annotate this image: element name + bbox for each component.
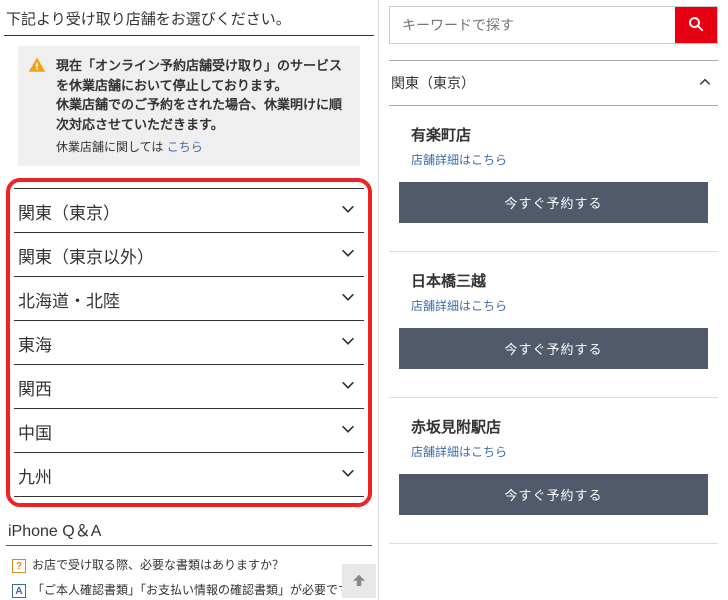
chevron-down-icon bbox=[340, 201, 356, 222]
scroll-to-top-button[interactable] bbox=[342, 564, 376, 598]
store-name: 有楽町店 bbox=[389, 106, 718, 151]
store-name: 赤坂見附駅店 bbox=[389, 398, 718, 443]
store-block: 赤坂見附駅店店舗詳細はこちら今すぐ予約する bbox=[389, 398, 718, 544]
search-icon bbox=[687, 15, 705, 36]
search-container bbox=[389, 6, 718, 44]
arrow-up-icon bbox=[350, 571, 368, 592]
region-row[interactable]: 関東（東京以外） bbox=[14, 233, 364, 277]
chevron-down-icon bbox=[340, 289, 356, 310]
chevron-down-icon bbox=[340, 245, 356, 266]
store-detail-link[interactable]: 店舗詳細はこちら bbox=[389, 297, 718, 324]
chevron-up-icon bbox=[698, 75, 712, 92]
region-open-label: 関東（東京） bbox=[391, 73, 475, 93]
chevron-down-icon bbox=[340, 333, 356, 354]
chevron-down-icon bbox=[340, 465, 356, 486]
region-header-open[interactable]: 関東（東京） bbox=[389, 61, 718, 106]
region-label: 関東（東京） bbox=[18, 199, 120, 224]
notice-box: 現在「オンライン予約店舗受け取り」のサービスを休業店舗において停止しております。… bbox=[18, 46, 360, 166]
region-row[interactable]: 北海道・北陸 bbox=[14, 277, 364, 321]
warning-icon bbox=[28, 56, 46, 80]
question-mark-icon: ? bbox=[12, 559, 26, 573]
region-label: 九州 bbox=[18, 463, 52, 488]
region-label: 関東（東京以外） bbox=[18, 243, 154, 268]
store-name: 日本橋三越 bbox=[389, 252, 718, 297]
notice-link[interactable]: こちら bbox=[167, 140, 203, 154]
region-row[interactable]: 東海 bbox=[14, 321, 364, 365]
qa-title: iPhone Q＆A bbox=[6, 515, 372, 546]
store-block: 有楽町店店舗詳細はこちら今すぐ予約する bbox=[389, 106, 718, 252]
search-button[interactable] bbox=[675, 7, 717, 43]
notice-bold: 現在「オンライン予約店舗受け取り」のサービスを休業店舗において停止しております。… bbox=[56, 58, 342, 132]
region-label: 関西 bbox=[18, 375, 52, 400]
region-row[interactable]: 関東（東京） bbox=[14, 188, 364, 233]
reserve-button[interactable]: 今すぐ予約する bbox=[399, 328, 708, 369]
region-label: 北海道・北陸 bbox=[18, 287, 120, 312]
reserve-button[interactable]: 今すぐ予約する bbox=[399, 474, 708, 515]
answer-mark-icon: A bbox=[12, 584, 26, 598]
notice-info-label: 休業店舗に関しては bbox=[56, 140, 163, 154]
instruction-text: 下記より受け取り店舗をお選びください。 bbox=[4, 4, 374, 36]
search-input[interactable] bbox=[390, 7, 675, 43]
region-row[interactable]: 関西 bbox=[14, 365, 364, 409]
qa-question: ?お店で受け取る際、必要な書類はありますか？ bbox=[12, 556, 366, 573]
store-detail-link[interactable]: 店舗詳細はこちら bbox=[389, 151, 718, 178]
region-row[interactable]: 中国 bbox=[14, 409, 364, 453]
qa-answer: A「ご本人確認書類」「お支払い情報の確認書類」が必要です。 bbox=[12, 581, 366, 598]
region-row[interactable]: 九州 bbox=[14, 453, 364, 497]
reserve-button[interactable]: 今すぐ予約する bbox=[399, 182, 708, 223]
chevron-down-icon bbox=[340, 377, 356, 398]
store-detail-link[interactable]: 店舗詳細はこちら bbox=[389, 443, 718, 470]
region-label: 東海 bbox=[18, 331, 52, 356]
chevron-down-icon bbox=[340, 421, 356, 442]
region-list-highlight: 関東（東京） 関東（東京以外） 北海道・北陸東海関西中国九州 bbox=[6, 178, 372, 507]
region-label: 中国 bbox=[18, 419, 52, 444]
store-block: 日本橋三越店舗詳細はこちら今すぐ予約する bbox=[389, 252, 718, 398]
